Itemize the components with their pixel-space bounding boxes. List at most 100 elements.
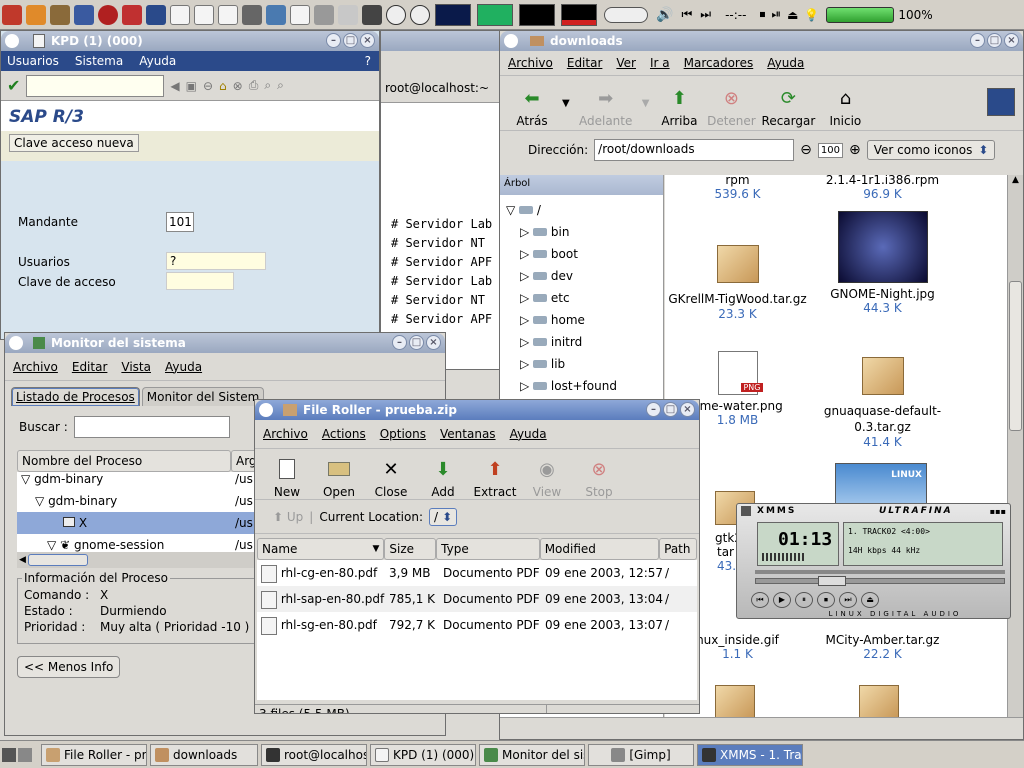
minimize-button[interactable]: – <box>392 335 407 350</box>
minimize-button[interactable]: – <box>326 33 341 48</box>
play-pause-icon[interactable]: ⏯ <box>771 7 781 22</box>
expand-icon[interactable]: ▷ <box>520 313 529 327</box>
eject-icon[interactable]: ⏏ <box>787 8 798 22</box>
expand-icon[interactable]: ▽ <box>506 203 515 217</box>
terminal-tab[interactable]: root@localhost:~ <box>381 75 499 103</box>
menu-ir-a[interactable]: Ir a <box>650 56 670 70</box>
expand-icon[interactable]: ▽ <box>47 538 56 552</box>
save-icon[interactable]: ▣ <box>186 79 197 93</box>
tree-item-dev[interactable]: ▷ dev <box>506 265 663 287</box>
stop-button[interactable]: ⊗ Detener <box>705 78 757 129</box>
file-item[interactable]: gnuaquase-default-0.3.tar.gz 41.4 K <box>810 357 955 449</box>
file-roller-titlebar[interactable]: File Roller - prueba.zip – □ × <box>255 400 699 420</box>
task-monitor[interactable]: Monitor del sis <box>479 743 585 766</box>
less-info-button[interactable]: << Menos Info <box>17 656 121 678</box>
expand-icon[interactable]: ▷ <box>520 269 529 283</box>
exit-icon[interactable]: ⊖ <box>203 79 213 93</box>
menu-sistema[interactable]: Sistema <box>75 54 123 68</box>
file-item[interactable]: 2.1.4-1r1.i386.rpm 96.9 K <box>810 175 955 201</box>
printer-icon[interactable] <box>242 4 262 25</box>
cancel-icon[interactable]: ⊗ <box>233 79 243 93</box>
search-input[interactable] <box>73 416 230 438</box>
xmms-seek-bar[interactable] <box>755 576 1005 586</box>
col-size[interactable]: Size <box>384 538 437 560</box>
table-row[interactable]: rhl-sg-en-80.pdf 792,7 K Documento PDF 09 e… <box>257 612 697 638</box>
terminal-launcher-icon[interactable] <box>74 4 94 25</box>
menu-options[interactable]: Options <box>380 427 426 441</box>
maximize-button[interactable]: □ <box>987 33 1002 48</box>
menu-ayuda[interactable]: Ayuda <box>165 360 202 374</box>
tree-item-lost-found[interactable]: ▷ lost+found <box>506 375 663 397</box>
xmms-stop-icon[interactable]: ⏹ <box>817 592 835 608</box>
minimize-button[interactable]: – <box>970 33 985 48</box>
back-history-icon[interactable]: ▼ <box>562 98 570 109</box>
downloads-titlebar[interactable]: downloads – □ × <box>500 31 1023 51</box>
file-item[interactable]: rpm 539.6 K <box>665 175 810 201</box>
add-button[interactable]: ⬇ Add <box>417 449 469 500</box>
col-modified[interactable]: Modified <box>539 538 660 560</box>
task-gimp[interactable]: [Gimp] <box>588 743 694 766</box>
calc-icon[interactable] <box>194 4 214 25</box>
show-desktop[interactable] <box>2 744 38 766</box>
file-item[interactable]: GKrellM-TigWood.tar.gz 23.3 K <box>665 245 810 321</box>
notes-icon[interactable] <box>290 4 310 25</box>
expand-icon[interactable]: ▷ <box>520 335 529 349</box>
help-button[interactable]: ? <box>365 54 371 68</box>
xmms-window-buttons[interactable]: ▪▪▪ <box>990 507 1006 516</box>
terminal-titlebar[interactable] <box>381 31 499 51</box>
xmms-volume-bar[interactable] <box>755 570 1005 574</box>
workspace-3[interactable] <box>561 3 597 26</box>
menu-archivo[interactable]: Archivo <box>13 360 58 374</box>
xmms-menu-icon[interactable] <box>741 506 751 516</box>
xmms-next-icon[interactable]: ⏭ <box>839 592 857 608</box>
task-xmms[interactable]: XMMS - 1. Tra <box>697 743 803 766</box>
workspace-icon[interactable] <box>18 747 32 762</box>
menu-editar[interactable]: Editar <box>567 56 603 70</box>
new-button[interactable]: New <box>261 449 313 499</box>
col-name[interactable]: Name ▼ <box>257 538 385 560</box>
confirm-icon[interactable]: ✔ <box>7 76 20 95</box>
expand-icon[interactable]: ▽ <box>21 472 30 486</box>
back-button[interactable]: ⬅ Atrás <box>506 78 558 129</box>
menu-ver[interactable]: Ver <box>616 56 636 70</box>
kpd-titlebar[interactable]: KPD (1) (000) – □ × <box>1 31 379 51</box>
menu-ayuda[interactable]: Ayuda <box>139 54 176 68</box>
home-icon[interactable]: ⌂ <box>219 79 227 93</box>
close-archive-button[interactable]: ✕ Close <box>365 449 417 500</box>
file-item[interactable]: MCity-Amber.tar.gz 22.2 K <box>810 633 955 661</box>
view-mode-select[interactable]: Ver como iconos ⬍ <box>866 140 996 160</box>
menu-editar[interactable]: Editar <box>72 360 108 374</box>
zoom-out-icon[interactable]: ⊖ <box>800 142 812 158</box>
tree-tab[interactable]: Árbol <box>500 175 663 195</box>
next-track-icon[interactable]: ⏭ <box>700 7 711 22</box>
menu-ayuda[interactable]: Ayuda <box>510 427 547 441</box>
window-menu-icon[interactable] <box>9 336 23 350</box>
xmms-titlebar[interactable]: XMMS ULTRAFINA ▪▪▪ <box>737 504 1010 518</box>
scroll-left-icon[interactable]: ◀ <box>17 555 28 565</box>
maximize-button[interactable]: □ <box>663 402 678 417</box>
find-next-icon[interactable]: ⌕ <box>277 78 284 93</box>
tree-item-lib[interactable]: ▷ lib <box>506 353 663 375</box>
zoom-in-icon[interactable]: ⊕ <box>849 142 861 158</box>
expand-icon[interactable]: ▷ <box>520 225 529 239</box>
back-icon[interactable]: ◀ <box>170 79 179 93</box>
expand-icon[interactable]: ▷ <box>520 379 529 393</box>
speaker-icon[interactable]: 🔊 <box>656 7 673 23</box>
email-icon[interactable] <box>146 4 166 25</box>
tree-item-etc[interactable]: ▷ etc <box>506 287 663 309</box>
monitor-icon[interactable] <box>362 4 382 25</box>
table-row[interactable]: rhl-sap-en-80.pdf 785,1 K Documento PDF 09 … <box>257 586 697 612</box>
mozilla-icon[interactable] <box>26 4 46 25</box>
scroll-up-icon[interactable]: ▲ <box>1008 175 1023 185</box>
forward-history-icon[interactable]: ▼ <box>642 98 650 109</box>
window-menu-icon[interactable] <box>5 34 19 48</box>
maximize-button[interactable]: □ <box>343 33 358 48</box>
expand-icon[interactable]: ▷ <box>520 247 529 261</box>
scroll-thumb[interactable] <box>27 554 88 566</box>
close-button[interactable]: × <box>680 402 695 417</box>
gnome-foot-icon[interactable] <box>98 4 118 25</box>
table-row[interactable]: rhl-cg-en-80.pdf 3,9 MB Documento PDF 09 en… <box>257 560 697 586</box>
tree-item-home[interactable]: ▷ home <box>506 309 663 331</box>
close-button[interactable]: × <box>426 335 441 350</box>
task-terminal[interactable]: root@localhost <box>261 743 367 766</box>
